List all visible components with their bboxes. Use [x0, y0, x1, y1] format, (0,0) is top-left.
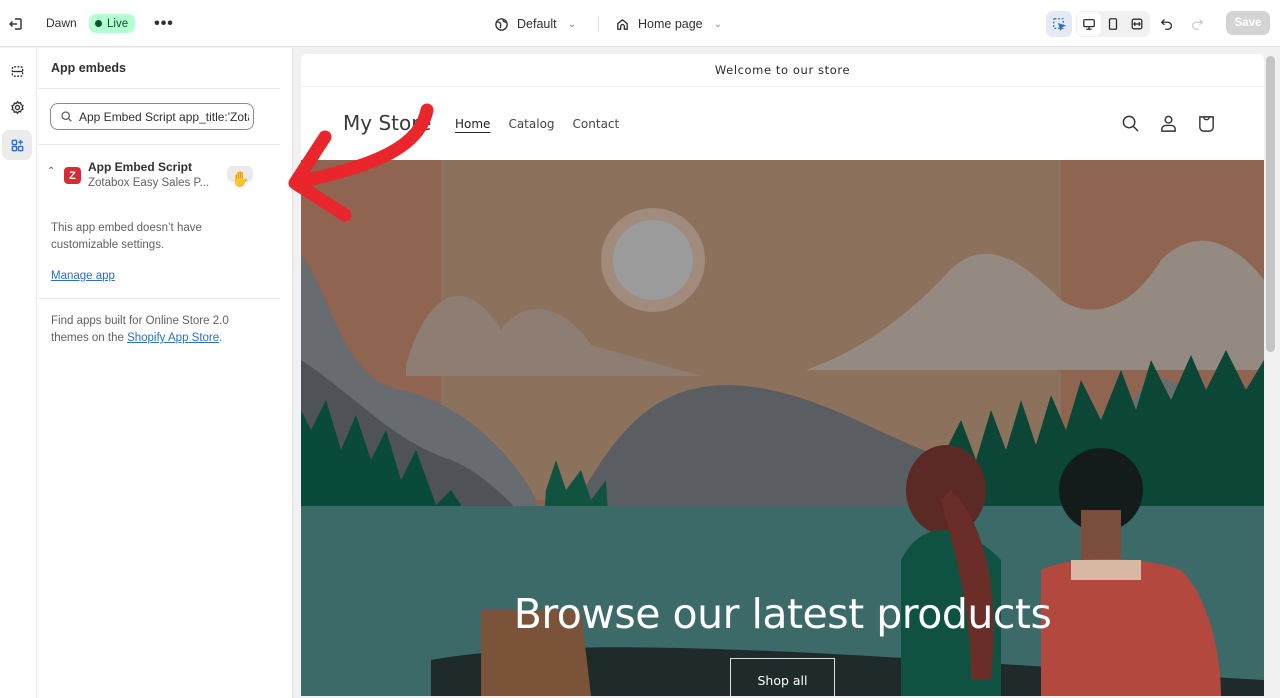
theme-variant-selector[interactable]: Default ⌄: [494, 17, 576, 32]
account-button[interactable]: [1157, 112, 1179, 134]
header-icons: [1119, 112, 1217, 134]
theme-variant-label: Default: [517, 17, 557, 31]
panel-title: App embeds: [51, 61, 127, 75]
rail-item-theme-settings[interactable]: [2, 92, 32, 122]
sections-icon: [11, 65, 23, 77]
desktop-view-button[interactable]: [1077, 12, 1101, 36]
store-search-button[interactable]: [1119, 112, 1141, 134]
inspector-toggle-button[interactable]: [1046, 11, 1072, 37]
save-button[interactable]: Save: [1226, 11, 1270, 35]
divider: [37, 298, 280, 299]
live-badge-label: Live: [107, 17, 129, 30]
redo-button[interactable]: [1184, 11, 1210, 37]
theme-name: Dawn: [46, 16, 77, 30]
preview-selectors: Default ⌄ Home page ⌄: [494, 12, 722, 36]
divider: [598, 16, 599, 32]
rail-item-sections[interactable]: [2, 56, 32, 86]
shopify-app-store-link[interactable]: Shopify App Store: [127, 332, 219, 344]
sun: [613, 220, 693, 300]
inspector-icon: [1053, 18, 1066, 31]
app-embed-search-input[interactable]: [79, 109, 249, 124]
no-settings-message: This app embed doesn’t have customizable…: [51, 222, 202, 251]
search-icon: [1122, 115, 1139, 132]
app-embed-app-name: Zotabox Easy Sales P...: [88, 177, 210, 189]
chevron-down-icon: ⌄: [567, 18, 576, 30]
fullscreen-view-button[interactable]: [1125, 12, 1149, 36]
exit-button[interactable]: [4, 12, 28, 36]
nav-link-home[interactable]: Home: [455, 117, 490, 131]
top-bar: Dawn Live ••• Default ⌄ Home page ⌄ Save: [0, 0, 1280, 47]
hand-cursor-icon: ✋: [231, 171, 250, 188]
mobile-icon: [1108, 18, 1118, 30]
gear-icon: [10, 100, 24, 114]
search-icon: [61, 111, 72, 122]
toolbar-right: [1046, 11, 1210, 37]
chevron-up-icon[interactable]: ⌃: [47, 166, 55, 177]
app-embed-search[interactable]: [50, 103, 254, 130]
store-nav: Home Catalog Contact: [455, 117, 619, 131]
rail-item-app-embeds[interactable]: [2, 130, 32, 160]
device-switcher: [1076, 11, 1150, 37]
mobile-view-button[interactable]: [1101, 12, 1125, 36]
nav-link-catalog[interactable]: Catalog: [508, 117, 554, 131]
live-dot-icon: [95, 20, 102, 27]
app-embeds-panel: App embeds ⌃ Z App Embed Script Zotabox …: [37, 48, 293, 698]
storefront-preview: Welcome to our store My Store Home Catal…: [301, 54, 1264, 696]
app-store-note-end: .: [219, 332, 223, 344]
undo-icon: [1160, 19, 1173, 30]
hero-banner: Browse our latest products Shop all: [301, 160, 1264, 696]
cart-button[interactable]: [1195, 112, 1217, 134]
left-rail: [0, 48, 37, 698]
more-actions-button[interactable]: •••: [152, 12, 176, 36]
account-icon: [1160, 115, 1176, 132]
shop-all-button[interactable]: Shop all: [730, 658, 835, 696]
redo-icon: [1191, 19, 1204, 30]
globe-icon: [495, 17, 508, 31]
page-selector-label: Home page: [638, 17, 703, 31]
apps-icon: [11, 139, 23, 151]
page-selector[interactable]: Home page ⌄: [615, 17, 722, 32]
manage-app-link[interactable]: Manage app: [51, 270, 115, 282]
divider: [37, 88, 280, 89]
zotabox-logo-icon: Z: [64, 167, 81, 184]
hero-heading: Browse our latest products: [513, 590, 1052, 638]
app-store-note: Find apps built for Online Store 2.0 the…: [51, 313, 251, 347]
fullscreen-icon: [1131, 18, 1143, 30]
exit-icon: [9, 18, 22, 30]
desktop-icon: [1083, 18, 1095, 30]
announcement-bar: Welcome to our store: [301, 54, 1264, 87]
nav-link-contact[interactable]: Contact: [573, 117, 620, 131]
chevron-down-icon: ⌄: [713, 18, 723, 30]
store-logo[interactable]: My Store: [343, 111, 431, 135]
divider: [37, 144, 280, 145]
manage-app-link-wrap: Manage app: [51, 268, 115, 285]
preview-scrollbar[interactable]: [1266, 56, 1275, 352]
app-embed-item[interactable]: ⌃ Z App Embed Script Zotabox Easy Sales …: [45, 158, 257, 194]
live-status-badge: Live: [89, 14, 136, 33]
home-icon: [617, 18, 628, 30]
undo-button[interactable]: [1154, 11, 1180, 37]
app-embed-name: App Embed Script: [88, 160, 193, 174]
cart-icon: [1198, 115, 1214, 132]
